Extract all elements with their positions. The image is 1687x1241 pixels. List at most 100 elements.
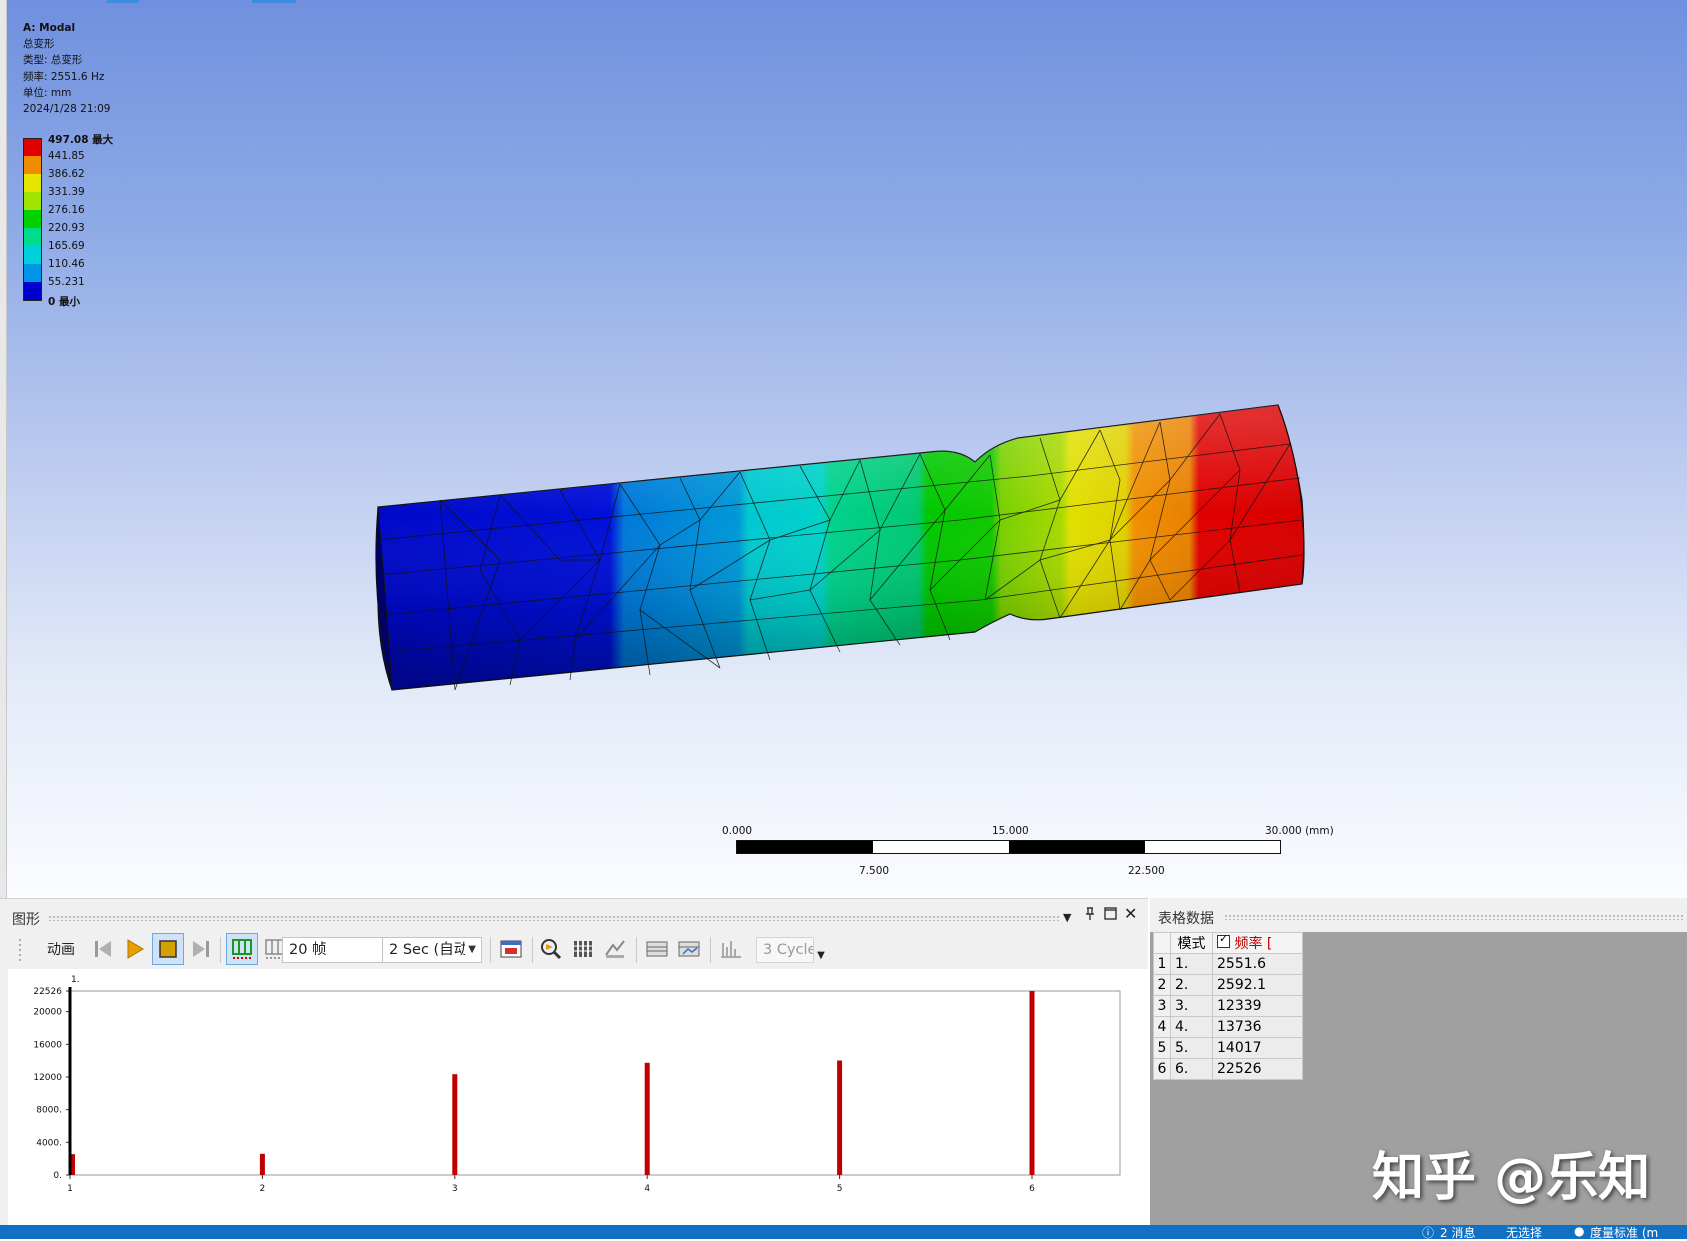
scale-segment <box>737 841 873 853</box>
bar <box>452 1074 458 1175</box>
table-chart-icon[interactable] <box>674 933 704 965</box>
cycles-value: 3 Cycle <box>763 942 814 958</box>
table-row[interactable]: 3 3. 12339 <box>1153 995 1303 1017</box>
scale-segment <box>1009 841 1145 853</box>
toolbar-separator <box>710 937 711 963</box>
tabular-data-title: 表格数据 <box>1158 911 1214 927</box>
scale-label-three-quarter: 22.500 <box>1128 865 1165 877</box>
row-number: 5 <box>1153 1037 1171 1059</box>
frequency-table[interactable]: 模式 ✓ 频率 [ 1 1. 2551.6 2 2. 2592.1 3 3. 1… <box>1153 932 1303 1080</box>
probe-icon[interactable] <box>716 933 746 965</box>
table-header-row: 模式 ✓ 频率 [ <box>1153 932 1303 954</box>
bar <box>259 1153 265 1175</box>
chevron-down-icon: ▼ <box>465 938 476 962</box>
scale-label-quarter: 7.500 <box>859 865 890 877</box>
y-tick-label: 4000. <box>36 1138 62 1148</box>
export-video-icon[interactable] <box>496 933 526 965</box>
table-row[interactable]: 4 4. 13736 <box>1153 1016 1303 1038</box>
animate-label: 动画 <box>47 942 75 958</box>
frames-select[interactable]: 20 帧 ▼ <box>282 937 398 963</box>
last-frame-icon[interactable] <box>186 933 216 965</box>
duration-select[interactable]: 2 Sec (自动) ▼ <box>382 937 482 963</box>
table-row[interactable]: 1 1. 2551.6 <box>1153 953 1303 975</box>
mode-cell[interactable]: 2. <box>1170 974 1213 996</box>
cycles-select[interactable]: 3 Cycle <box>756 937 814 963</box>
duration-value: 2 Sec (自动) <box>389 942 474 958</box>
toolbar-separator <box>490 937 491 963</box>
row-number: 6 <box>1153 1058 1171 1080</box>
scale-bar: 0.000 15.000 30.000 (mm) 7.500 22.500 <box>720 823 1334 883</box>
table-row[interactable]: 5 5. 14017 <box>1153 1037 1303 1059</box>
mode-cell[interactable]: 3. <box>1170 995 1213 1017</box>
close-icon[interactable]: ✕ <box>1124 904 1137 923</box>
table-icon[interactable] <box>642 933 672 965</box>
toolbar-separator <box>532 937 533 963</box>
frequency-cell[interactable]: 13736 <box>1212 1016 1303 1038</box>
grid-icon[interactable] <box>568 933 598 965</box>
shaft-shading <box>378 405 1304 690</box>
info-icon[interactable]: ⓘ <box>1422 1224 1434 1241</box>
checkbox-icon[interactable]: ✓ <box>1217 932 1230 948</box>
y-tick-label: 22526 <box>33 987 62 997</box>
frequency-cell[interactable]: 2551.6 <box>1212 953 1303 975</box>
shaft-model[interactable] <box>0 0 1687 898</box>
chevron-down-icon[interactable]: ▼ <box>1063 911 1071 924</box>
status-units[interactable]: 度量标准 (m <box>1590 1224 1658 1241</box>
watermark: 知乎 @乐知 <box>1372 1148 1651 1208</box>
panel-grip <box>48 915 1060 921</box>
row-number: 3 <box>1153 995 1171 1017</box>
animation-toolbar: 动画 20 帧 ▼ 2 Sec (自动) ▼ <box>16 933 1146 967</box>
x-tick-label: 5 <box>837 1184 843 1194</box>
play-icon[interactable] <box>120 933 150 965</box>
stop-icon[interactable] <box>152 933 184 965</box>
table-row[interactable]: 6 6. 22526 <box>1153 1058 1303 1080</box>
chevron-down-icon[interactable]: ▼ <box>816 939 826 971</box>
mode-cell[interactable]: 5. <box>1170 1037 1213 1059</box>
mode-cell[interactable]: 1. <box>1170 953 1213 975</box>
toolbar-separator <box>636 937 637 963</box>
x-tick-label: 1 <box>67 1184 73 1194</box>
column-header-frequency-label: 频率 [ <box>1234 936 1273 952</box>
y-tick-label: 8000. <box>36 1106 62 1116</box>
bar <box>1029 991 1035 1175</box>
toolbar-separator <box>220 937 221 963</box>
toolbar-grip <box>16 933 24 965</box>
mode-cell[interactable]: 6. <box>1170 1058 1213 1080</box>
maximize-icon[interactable] <box>1104 907 1117 924</box>
tabular-data-header: 表格数据 <box>1150 898 1687 932</box>
y-tick-label: 12000 <box>33 1073 62 1083</box>
frequency-cell[interactable]: 14017 <box>1212 1037 1303 1059</box>
column-header-frequency[interactable]: ✓ 频率 [ <box>1212 932 1303 954</box>
x-tick-label: 3 <box>452 1184 458 1194</box>
status-bar: ⓘ 2 消息 无选择 ● 度量标准 (m <box>0 1224 1687 1241</box>
y-tick-label: 16000 <box>33 1040 62 1050</box>
graph-panel-title: 图形 <box>12 912 40 928</box>
status-selection: 无选择 <box>1506 1226 1543 1240</box>
table-row[interactable]: 2 2. 2592.1 <box>1153 974 1303 996</box>
zoom-fit-icon[interactable] <box>536 933 566 965</box>
x-tick-label: 6 <box>1029 1184 1035 1194</box>
chart-options-icon[interactable] <box>600 933 630 965</box>
x-tick-label: 2 <box>260 1184 266 1194</box>
graphics-viewport[interactable]: A: Modal 总变形 类型: 总变形 频率: 2551.6 Hz 单位: m… <box>0 0 1687 898</box>
pin-icon[interactable] <box>1084 907 1096 925</box>
status-dot-icon: ● <box>1574 1224 1585 1238</box>
frequency-cell[interactable]: 12339 <box>1212 995 1303 1017</box>
first-frame-icon[interactable] <box>88 933 118 965</box>
status-messages[interactable]: 2 消息 <box>1440 1224 1475 1241</box>
frequency-cell[interactable]: 2592.1 <box>1212 974 1303 996</box>
mode-cell[interactable]: 4. <box>1170 1016 1213 1038</box>
row-number: 2 <box>1153 974 1171 996</box>
column-header-mode-label: 模式 <box>1177 936 1206 952</box>
distributed-frames-icon[interactable] <box>226 933 258 965</box>
frequency-bar-chart[interactable]: 0. 4000. 8000. 12000 16000 20000 22526 1 2 3 4 5 6 1. <box>8 969 1148 1226</box>
column-header-mode[interactable]: 模式 <box>1170 932 1213 954</box>
row-number: 1 <box>1153 953 1171 975</box>
scale-label-mid: 15.000 <box>992 825 1029 837</box>
graph-panel: 图形 ▼ ✕ 动画 20 帧 ▼ <box>0 898 1148 1226</box>
y-tick-label: 0. <box>53 1171 62 1181</box>
frequency-chart[interactable]: 0. 4000. 8000. 12000 16000 20000 22526 1 2 3 4 5 6 1. <box>8 969 1148 1226</box>
frequency-cell[interactable]: 22526 <box>1212 1058 1303 1080</box>
row-number-header <box>1153 932 1171 954</box>
current-mode-label: 1. <box>71 975 80 985</box>
